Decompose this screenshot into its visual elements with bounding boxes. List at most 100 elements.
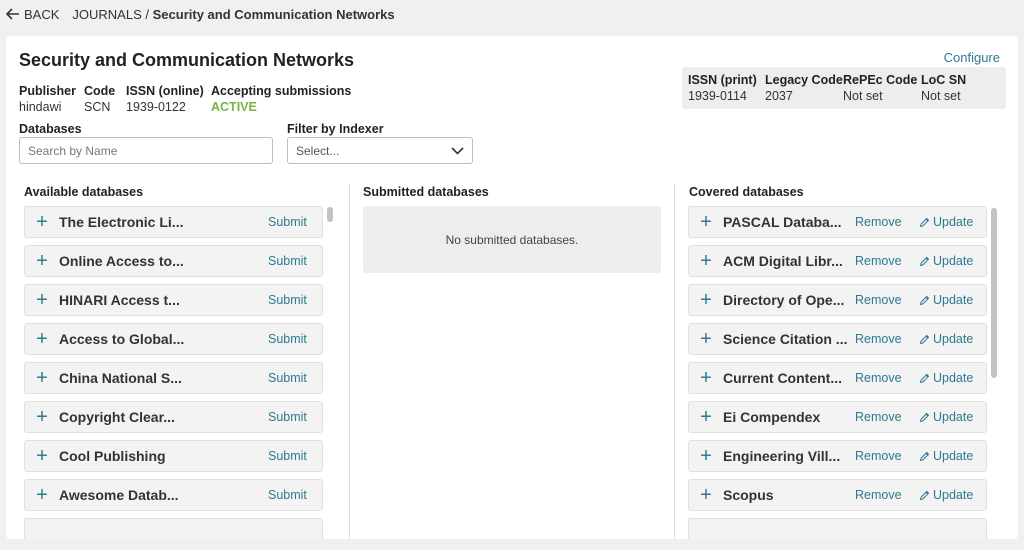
database-name: Science Citation ... (723, 331, 848, 347)
update-label: Update (933, 215, 974, 229)
database-name: Access to Global... (59, 331, 185, 347)
available-database-row: + Awesome Datab... Submit (24, 479, 323, 511)
back-label: BACK (24, 6, 60, 22)
available-database-row: + Online Access to... Submit (24, 245, 323, 277)
database-name: Ei Compendex (723, 409, 821, 425)
update-label: Update (933, 410, 974, 424)
column-divider (674, 184, 675, 539)
plus-icon[interactable]: + (689, 368, 723, 388)
plus-icon[interactable]: + (25, 290, 59, 310)
breadcrumb-journals[interactable]: JOURNALS (72, 7, 141, 22)
meta-label: ISSN (online) (126, 84, 204, 98)
covered-database-row: + Scopus Remove Update (688, 479, 987, 511)
remove-button[interactable]: Remove (855, 371, 902, 385)
plus-icon[interactable]: + (25, 329, 59, 349)
covered-scrollbar-thumb[interactable] (991, 208, 997, 378)
available-database-row (24, 518, 323, 539)
submit-button[interactable]: Submit (268, 371, 307, 385)
plus-icon[interactable]: + (25, 446, 59, 466)
remove-button[interactable]: Remove (855, 254, 902, 268)
status-badge: ACTIVE (211, 100, 257, 114)
remove-button[interactable]: Remove (855, 449, 902, 463)
meta-value: Not set (843, 89, 883, 103)
meta-label: Publisher (19, 84, 76, 98)
update-button[interactable]: Update (919, 293, 973, 307)
submit-button[interactable]: Submit (268, 215, 307, 229)
pencil-icon (919, 256, 930, 266)
database-name: HINARI Access t... (59, 292, 180, 308)
plus-icon[interactable]: + (689, 407, 723, 427)
update-button[interactable]: Update (919, 410, 973, 424)
meta-label: Legacy Code (765, 73, 843, 87)
indexer-filter-label: Filter by Indexer (287, 122, 384, 136)
remove-button[interactable]: Remove (855, 293, 902, 307)
back-button[interactable]: BACK (6, 7, 59, 22)
breadcrumb-separator: / (145, 6, 150, 22)
pencil-icon (919, 490, 930, 500)
submit-button[interactable]: Submit (268, 488, 307, 502)
pencil-icon (919, 412, 930, 422)
update-label: Update (933, 449, 974, 463)
remove-button[interactable]: Remove (855, 488, 902, 502)
update-button[interactable]: Update (919, 254, 973, 268)
available-scrollbar[interactable] (326, 206, 334, 539)
update-button[interactable]: Update (919, 371, 973, 385)
remove-button[interactable]: Remove (855, 410, 902, 424)
breadcrumb-current: Security and Communication Networks (152, 6, 395, 22)
covered-scrollbar[interactable] (990, 206, 998, 539)
remove-button[interactable]: Remove (855, 332, 902, 346)
covered-database-row: + Ei Compendex Remove Update (688, 401, 987, 433)
update-label: Update (933, 488, 974, 502)
configure-link[interactable]: Configure (944, 50, 1000, 65)
covered-database-row: + Directory of Ope... Remove Update (688, 284, 987, 316)
plus-icon[interactable]: + (25, 368, 59, 388)
plus-icon[interactable]: + (25, 407, 59, 427)
update-button[interactable]: Update (919, 449, 973, 463)
pencil-icon (919, 217, 930, 227)
plus-icon[interactable]: + (25, 485, 59, 505)
covered-database-row: + Engineering Vill... Remove Update (688, 440, 987, 472)
plus-icon[interactable]: + (689, 446, 723, 466)
database-name: Scopus (723, 487, 774, 503)
available-scrollbar-thumb[interactable] (327, 207, 333, 222)
submit-button[interactable]: Submit (268, 293, 307, 307)
search-input[interactable] (19, 137, 273, 164)
meta-loc-sn: LoC SN Not set (921, 73, 966, 103)
meta-legacy-code: Legacy Code 2037 (765, 73, 843, 103)
column-divider (349, 184, 350, 539)
database-name: Awesome Datab... (59, 487, 179, 503)
plus-icon[interactable]: + (689, 485, 723, 505)
database-name: ACM Digital Libr... (723, 253, 843, 269)
available-databases-heading: Available databases (24, 185, 144, 199)
database-name: Engineering Vill... (723, 448, 841, 464)
meta-repec-code: RePEc Code Not set (843, 73, 917, 103)
submitted-empty-state: No submitted databases. (363, 206, 661, 273)
submit-button[interactable]: Submit (268, 449, 307, 463)
plus-icon[interactable]: + (689, 212, 723, 232)
remove-button[interactable]: Remove (855, 215, 902, 229)
update-button[interactable]: Update (919, 332, 973, 346)
plus-icon[interactable]: + (689, 329, 723, 349)
meta-value: 2037 (765, 89, 793, 103)
indexer-select[interactable]: Select... (287, 137, 473, 164)
submit-button[interactable]: Submit (268, 332, 307, 346)
database-name: Copyright Clear... (59, 409, 175, 425)
update-label: Update (933, 254, 974, 268)
database-name: China National S... (59, 370, 182, 386)
available-database-row: + Copyright Clear... Submit (24, 401, 323, 433)
update-label: Update (933, 332, 974, 346)
plus-icon[interactable]: + (25, 251, 59, 271)
available-databases-list: + The Electronic Li... Submit + Online Acces… (24, 206, 334, 539)
plus-icon[interactable]: + (25, 212, 59, 232)
covered-databases-list: + PASCAL Databa... Remove Update + ACM Digita… (688, 206, 998, 539)
submit-button[interactable]: Submit (268, 254, 307, 268)
meta-issn-online: ISSN (online) 1939-0122 (126, 84, 204, 114)
database-name: Cool Publishing (59, 448, 166, 464)
available-database-row: + Cool Publishing Submit (24, 440, 323, 472)
update-button[interactable]: Update (919, 215, 973, 229)
meta-label: ISSN (print) (688, 73, 757, 87)
plus-icon[interactable]: + (689, 290, 723, 310)
plus-icon[interactable]: + (689, 251, 723, 271)
submit-button[interactable]: Submit (268, 410, 307, 424)
update-button[interactable]: Update (919, 488, 973, 502)
